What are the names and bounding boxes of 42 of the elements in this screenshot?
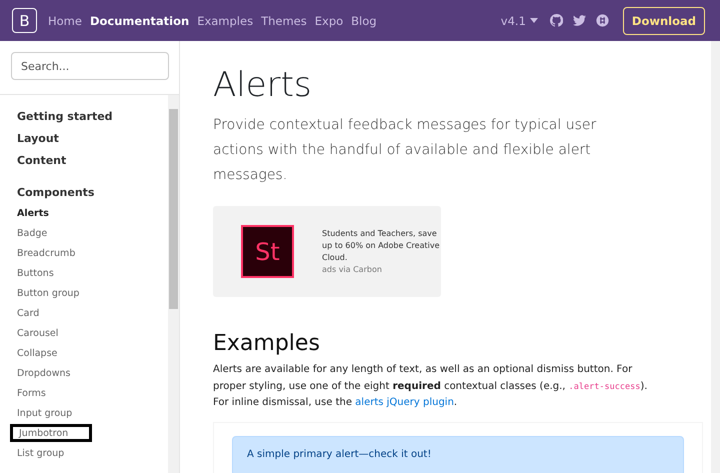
search-field[interactable]: Search... [11,52,169,80]
scrollbar[interactable] [168,95,179,473]
sidebar-item[interactable]: List group [17,444,64,462]
nav-link[interactable]: Home [48,14,82,28]
nav-link[interactable]: Expo [314,14,344,28]
sidebar-section-link[interactable]: Content [17,149,168,171]
sidebar-item[interactable]: Jumbotron [10,424,92,442]
sidebar-item[interactable]: Alerts [17,204,49,222]
sidebar-section-link[interactable]: Components [17,181,168,203]
version-dropdown[interactable]: v4.1 [500,14,538,28]
nav-link[interactable]: Examples [197,14,254,28]
alert-message: A simple primary alert—check it out! [232,436,684,473]
description-text: Alerts are available for any length of text, as well as an optional dismiss button. For proper styling, use one of the eight required contextual classes (e.g., .alert-success). For inline dismissal, use the alerts jQuery plugin. [213,363,648,410]
sidebar-item[interactable]: Collapse [17,344,58,362]
sidebar-item[interactable]: Input group [17,404,72,422]
caret-icon [530,18,538,23]
sidebar-item[interactable]: Dropdowns [17,364,70,382]
ad-text[interactable]: Students and Teachers, save up to 60% on Adobe Creative Cloud. [322,228,440,264]
lead-text: Provide contextual feedback messages for typical user actions with the handful of available and flexible alert messages. [213,116,598,185]
sidebar-section-link[interactable]: Layout [17,127,168,149]
sidebar-item[interactable]: Card [17,304,40,322]
sidebar-item[interactable]: Buttons [17,264,54,282]
scrollbar[interactable] [711,41,720,473]
plugin-link[interactable]: alerts jQuery plugin [355,397,454,408]
nav-link[interactable]: Themes [261,14,307,28]
ad-credit[interactable]: ads via Carbon [322,264,440,276]
sidebar-item[interactable]: Forms [17,384,46,402]
sidebar-item[interactable]: Button group [17,284,80,302]
sidebar-section-link[interactable]: Getting started [17,105,168,127]
brand-logo[interactable]: B [12,8,37,33]
ad-logo[interactable]: St [241,225,294,278]
sidebar-item[interactable]: Badge [17,224,48,242]
page-title: Alerts [213,65,313,105]
nav-link[interactable]: Documentation [90,14,190,28]
bird-icon[interactable] [572,14,586,27]
section-heading: Examples [213,331,321,356]
download-button[interactable]: Download [622,6,705,34]
sidebar-item[interactable]: Breadcrumb [17,244,76,262]
github-icon[interactable] [550,14,563,27]
sidebar-item[interactable]: Carousel [17,324,58,342]
nav-link[interactable]: Blog [351,14,377,28]
chat-icon[interactable] [596,14,609,27]
